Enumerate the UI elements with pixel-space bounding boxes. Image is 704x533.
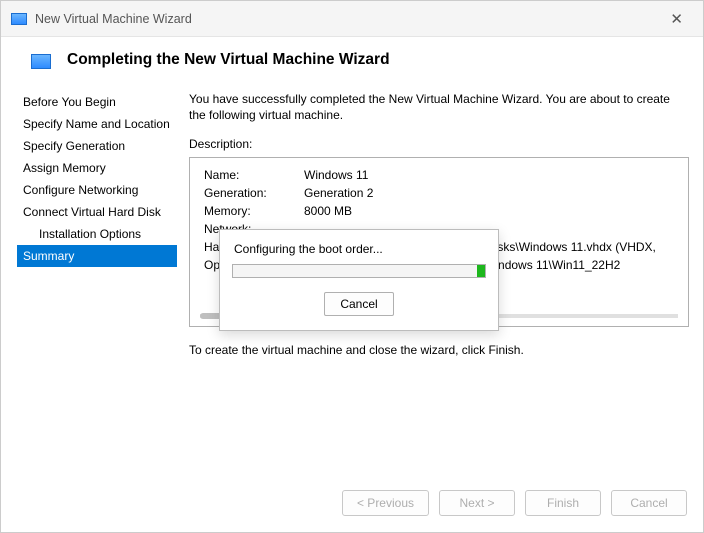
window-title: New Virtual Machine Wizard [35, 12, 660, 26]
nav-configure-networking[interactable]: Configure Networking [17, 179, 177, 201]
nav-installation-options[interactable]: Installation Options [17, 223, 177, 245]
previous-button[interactable]: < Previous [342, 490, 429, 516]
progress-cancel-button[interactable]: Cancel [324, 292, 394, 316]
cancel-button[interactable]: Cancel [611, 490, 687, 516]
progress-bar [232, 264, 486, 278]
app-icon [11, 13, 27, 25]
nav-connect-vhd[interactable]: Connect Virtual Hard Disk [17, 201, 177, 223]
wizard-icon [31, 54, 51, 69]
close-icon[interactable]: ✕ [660, 6, 693, 32]
nav-steps: Before You Begin Specify Name and Locati… [17, 87, 177, 474]
intro-text: You have successfully completed the New … [189, 91, 689, 123]
row-name: Name:Windows 11 [204, 166, 674, 184]
finish-button[interactable]: Finish [525, 490, 601, 516]
progress-message: Configuring the boot order... [232, 242, 486, 256]
nav-specify-name[interactable]: Specify Name and Location [17, 113, 177, 135]
page-heading: Completing the New Virtual Machine Wizar… [67, 51, 390, 69]
progress-fill [477, 265, 485, 277]
description-label: Description: [189, 137, 689, 151]
footer: < Previous Next > Finish Cancel [1, 474, 703, 532]
nav-summary[interactable]: Summary [17, 245, 177, 267]
wizard-window: New Virtual Machine Wizard ✕ Completing … [0, 0, 704, 533]
next-button[interactable]: Next > [439, 490, 515, 516]
progress-dialog: Configuring the boot order... Cancel [219, 229, 499, 331]
nav-before-you-begin[interactable]: Before You Begin [17, 91, 177, 113]
row-generation: Generation:Generation 2 [204, 184, 674, 202]
nav-assign-memory[interactable]: Assign Memory [17, 157, 177, 179]
wizard-header: Completing the New Virtual Machine Wizar… [1, 37, 703, 87]
finish-hint: To create the virtual machine and close … [189, 343, 689, 357]
row-memory: Memory:8000 MB [204, 202, 674, 220]
nav-specify-generation[interactable]: Specify Generation [17, 135, 177, 157]
titlebar: New Virtual Machine Wizard ✕ [1, 1, 703, 37]
